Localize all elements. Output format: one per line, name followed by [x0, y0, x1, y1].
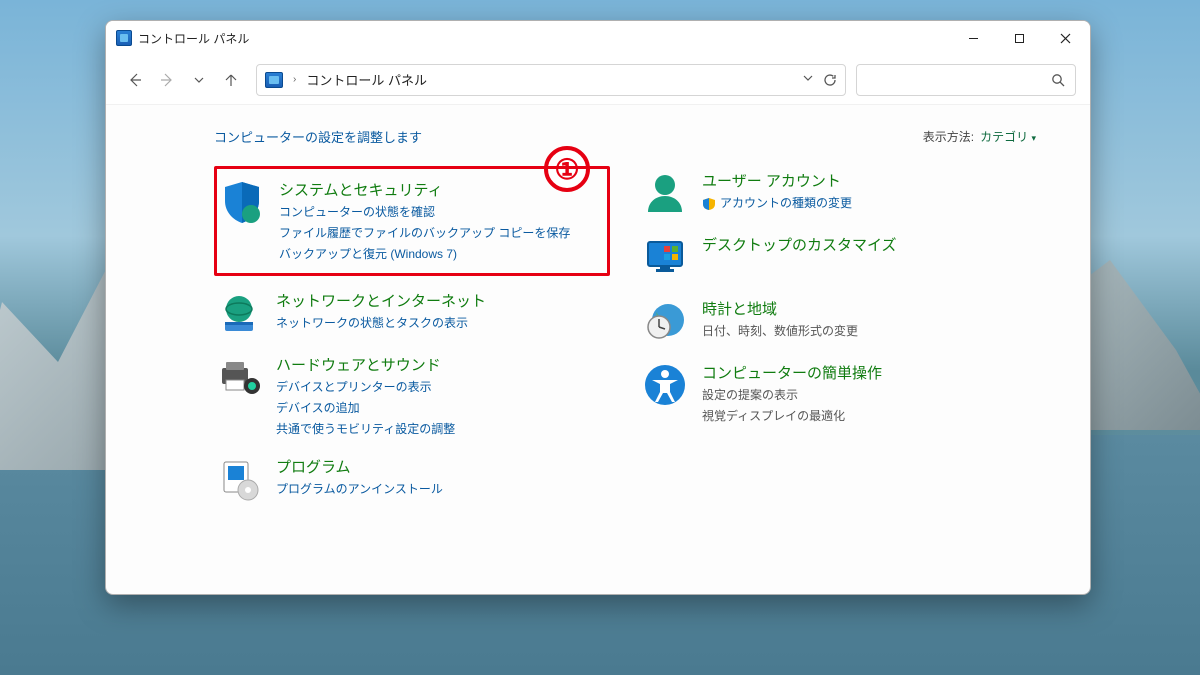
refresh-button[interactable] — [823, 73, 837, 87]
address-control-panel-icon — [265, 72, 283, 88]
category-link-label: アカウントの種類の変更 — [720, 196, 852, 210]
category-link[interactable]: 共通で使うモビリティ設定の調整 — [276, 420, 455, 438]
close-button[interactable] — [1042, 22, 1088, 54]
titlebar: コントロール パネル — [106, 21, 1090, 55]
up-arrow-icon — [223, 72, 239, 88]
window-title: コントロール パネル — [138, 30, 249, 47]
category-title[interactable]: システムとセキュリティ — [279, 179, 570, 200]
maximize-button[interactable] — [996, 22, 1042, 54]
control-panel-icon — [116, 30, 132, 46]
category-link[interactable]: 設定の提案の表示 — [702, 386, 882, 404]
category-link[interactable]: デバイスの追加 — [276, 399, 455, 417]
view-by-value: カテゴリ — [980, 130, 1028, 144]
category-title[interactable]: プログラム — [276, 456, 443, 477]
content-area: コンピューターの設定を調整します 表示方法: カテゴリ ▾ ① — [106, 105, 1090, 594]
category-clock-region[interactable]: 時計と地域 日付、時刻、数値形式の変更 — [640, 294, 1036, 348]
control-panel-window: コントロール パネル › コントロール パ — [105, 20, 1091, 595]
nav-back-button[interactable] — [120, 65, 150, 95]
nav-history-button[interactable] — [184, 65, 214, 95]
category-appearance[interactable]: デスクトップのカスタマイズ — [640, 230, 1036, 284]
category-link[interactable]: プログラムのアンインストール — [276, 480, 443, 498]
shield-icon — [219, 179, 265, 225]
category-title[interactable]: ユーザー アカウント — [702, 170, 852, 191]
back-arrow-icon — [127, 72, 143, 88]
user-account-icon — [642, 170, 688, 216]
printer-camera-icon — [216, 354, 262, 400]
category-title[interactable]: コンピューターの簡単操作 — [702, 362, 882, 383]
close-icon — [1060, 33, 1071, 44]
search-icon — [1051, 73, 1065, 87]
programs-icon — [216, 456, 262, 502]
view-by-dropdown[interactable]: カテゴリ ▾ — [980, 128, 1036, 145]
category-title[interactable]: ハードウェアとサウンド — [276, 354, 455, 375]
category-link[interactable]: コンピューターの状態を確認 — [279, 203, 570, 221]
nav-up-button[interactable] — [216, 65, 246, 95]
chevron-down-icon — [194, 75, 204, 85]
forward-arrow-icon — [159, 72, 175, 88]
category-user-accounts[interactable]: ユーザー アカウント アカウントの種類の変更 — [640, 166, 1036, 220]
nav-forward-button[interactable] — [152, 65, 182, 95]
navigation-bar: › コントロール パネル — [106, 55, 1090, 105]
address-bar[interactable]: › コントロール パネル — [256, 64, 846, 96]
window-controls — [950, 22, 1088, 54]
view-by-control: 表示方法: カテゴリ ▾ — [923, 128, 1036, 145]
category-hardware-sound[interactable]: ハードウェアとサウンド デバイスとプリンターの表示 デバイスの追加 共通で使うモ… — [214, 350, 610, 442]
category-programs[interactable]: プログラム プログラムのアンインストール — [214, 452, 610, 506]
uac-shield-icon — [702, 197, 716, 211]
page-heading: コンピューターの設定を調整します — [214, 127, 422, 146]
accessibility-icon — [642, 362, 688, 408]
category-network-internet[interactable]: ネットワークとインターネット ネットワークの状態とタスクの表示 — [214, 286, 610, 340]
category-system-security[interactable]: システムとセキュリティ コンピューターの状態を確認 ファイル履歴でファイルのバッ… — [214, 166, 610, 276]
category-link[interactable]: デバイスとプリンターの表示 — [276, 378, 455, 396]
category-column-left: システムとセキュリティ コンピューターの状態を確認 ファイル履歴でファイルのバッ… — [214, 166, 610, 506]
globe-network-icon — [216, 290, 262, 336]
category-link[interactable]: アカウントの種類の変更 — [702, 194, 852, 212]
category-link[interactable]: ネットワークの状態とタスクの表示 — [276, 314, 486, 332]
maximize-icon — [1014, 33, 1025, 44]
category-column-right: ユーザー アカウント アカウントの種類の変更 — [640, 166, 1036, 506]
category-title[interactable]: デスクトップのカスタマイズ — [702, 234, 897, 255]
search-box[interactable] — [856, 64, 1076, 96]
breadcrumb-chevron-icon: › — [293, 74, 296, 85]
address-dropdown-button[interactable] — [803, 73, 813, 87]
personalization-icon — [642, 234, 688, 280]
minimize-button[interactable] — [950, 22, 996, 54]
category-ease-of-access[interactable]: コンピューターの簡単操作 設定の提案の表示 視覚ディスプレイの最適化 — [640, 358, 1036, 429]
category-link[interactable]: バックアップと復元 (Windows 7) — [279, 245, 570, 263]
clock-globe-icon — [642, 298, 688, 344]
category-link[interactable]: 視覚ディスプレイの最適化 — [702, 407, 882, 425]
view-by-label: 表示方法: — [923, 128, 974, 145]
refresh-icon — [823, 73, 837, 87]
category-title[interactable]: 時計と地域 — [702, 298, 858, 319]
category-title[interactable]: ネットワークとインターネット — [276, 290, 486, 311]
category-link[interactable]: ファイル履歴でファイルのバックアップ コピーを保存 — [279, 224, 570, 242]
category-link[interactable]: 日付、時刻、数値形式の変更 — [702, 322, 858, 340]
chevron-down-icon — [803, 73, 813, 83]
breadcrumb-root[interactable]: コントロール パネル — [306, 70, 427, 89]
minimize-icon — [968, 33, 979, 44]
